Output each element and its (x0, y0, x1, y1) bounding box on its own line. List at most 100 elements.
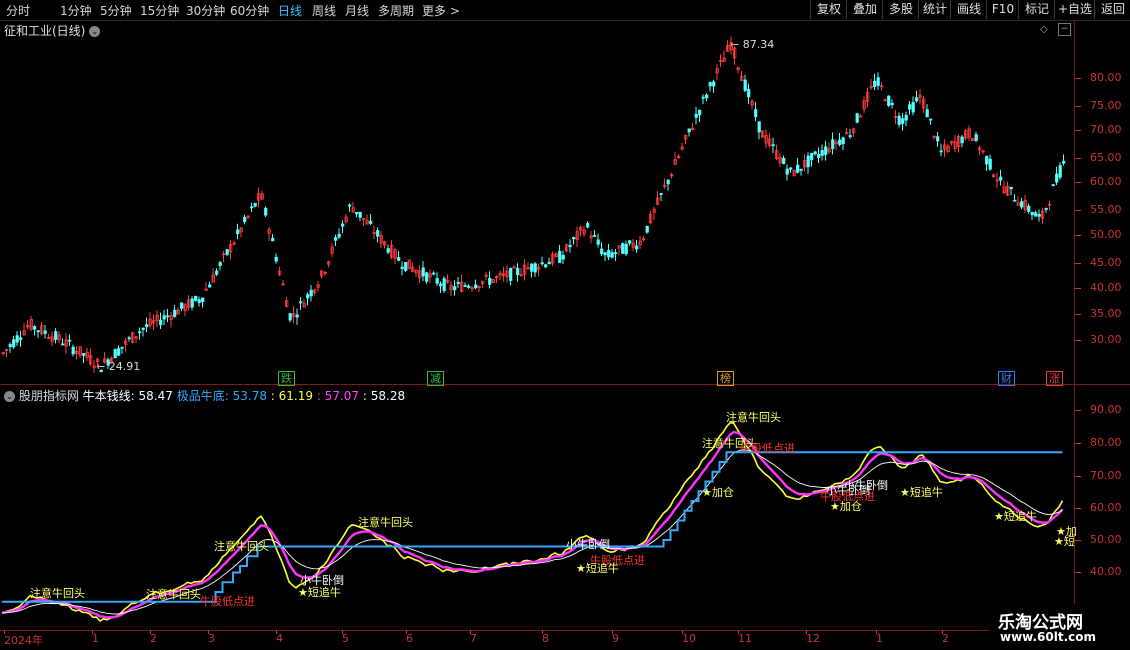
candle-body (747, 88, 751, 98)
candle-body (99, 369, 103, 373)
candle-body (757, 121, 761, 133)
candle-body (771, 144, 775, 147)
candle-body (1009, 186, 1013, 190)
candle-body (855, 113, 859, 123)
candle-body (180, 302, 184, 309)
candle-body (215, 270, 219, 275)
candle-body (897, 115, 901, 125)
price-tick (1075, 78, 1081, 79)
candle-body (544, 264, 548, 268)
indicator-tick-label: 90.00 (1090, 403, 1122, 416)
candle-body (71, 346, 75, 355)
price-tick-label: 40.00 (1090, 281, 1122, 294)
candle-body (295, 314, 299, 318)
month-tick (806, 630, 807, 634)
candle-body (974, 134, 978, 141)
candle-body (901, 118, 905, 124)
candle-body (271, 237, 275, 242)
candle-body (985, 155, 989, 165)
candle-body (162, 315, 166, 320)
month-label: 10 (682, 632, 696, 645)
month-label: 2 (150, 632, 157, 645)
candle-body (12, 339, 16, 348)
month-label: 1 (876, 632, 883, 645)
price-tick-label: 60.00 (1090, 175, 1122, 188)
price-tick (1075, 130, 1081, 131)
candle-body (789, 167, 793, 170)
candle-body (1034, 212, 1038, 217)
candle-body (547, 261, 551, 265)
x-axis-line (0, 630, 1074, 631)
month-tick (208, 630, 209, 634)
price-tick-label: 55.00 (1090, 203, 1122, 216)
month-label: 3 (208, 632, 215, 645)
month-label: 4 (276, 632, 283, 645)
candle-body (456, 281, 460, 284)
candle-body (274, 256, 278, 262)
candle-body (8, 344, 12, 348)
candle-body (36, 330, 40, 333)
back-button[interactable]: 返回 (1094, 0, 1130, 19)
candle-body (796, 164, 800, 173)
candle-body (817, 153, 821, 158)
signal-label: 小牛卧倒 (566, 538, 610, 551)
candle-body (386, 248, 390, 253)
candle-body (113, 349, 117, 359)
candle-body (621, 243, 625, 254)
candle-body (624, 243, 628, 255)
candle-body (288, 313, 292, 321)
signal-label: ★加仓 (830, 500, 862, 513)
candle-body (404, 262, 408, 271)
candle-body (159, 319, 163, 326)
candle-body (806, 155, 810, 168)
candle-body (376, 230, 380, 237)
candle-body (236, 229, 240, 235)
candle-body (1037, 214, 1041, 217)
month-label: 5 (342, 632, 349, 645)
indicator-tick-label: 60.00 (1090, 501, 1122, 514)
candle-body (610, 252, 614, 258)
price-tick (1075, 235, 1081, 236)
candle-body (337, 233, 341, 238)
chart-canvas[interactable] (0, 0, 1074, 650)
candle-body (911, 101, 915, 113)
price-tick-label: 45.00 (1090, 256, 1122, 269)
candle-body (1013, 199, 1017, 202)
price-tick-label: 75.00 (1090, 99, 1122, 112)
candle-body (607, 249, 611, 258)
candle-body (120, 346, 124, 349)
candle-body (117, 348, 121, 356)
month-label: 11 (738, 632, 752, 645)
candle-body (218, 262, 222, 266)
candle-body (432, 272, 436, 275)
month-label: 2024年 (4, 634, 43, 647)
candle-body (785, 168, 789, 175)
candle-body (533, 263, 537, 273)
candle-body (54, 331, 58, 340)
indicator-tick (1075, 508, 1081, 509)
candle-body (1058, 165, 1062, 178)
signal-label: 牛股低点进 (200, 595, 255, 608)
candle-body (1027, 205, 1031, 212)
price-tick-label: 50.00 (1090, 228, 1122, 241)
candle-body (820, 150, 824, 156)
indicator-tick (1075, 572, 1081, 573)
candle-body (705, 94, 709, 99)
signal-label: 注意牛回头 (30, 587, 85, 600)
candle-body (145, 324, 149, 328)
month-tick (942, 630, 943, 634)
candle-body (1044, 207, 1048, 210)
candle-body (474, 284, 478, 289)
month-tick (150, 630, 151, 634)
candle-body (925, 109, 929, 118)
price-tick-label: 35.00 (1090, 307, 1122, 320)
candle-body (509, 267, 513, 281)
candle-body (225, 249, 229, 255)
candle-body (243, 216, 247, 223)
watermark-url: www.60lt.com (1000, 630, 1097, 644)
candle-body (988, 158, 992, 170)
candle-body (666, 179, 670, 185)
month-label: 12 (806, 632, 820, 645)
month-label: 9 (612, 632, 619, 645)
candle-body (712, 81, 716, 87)
